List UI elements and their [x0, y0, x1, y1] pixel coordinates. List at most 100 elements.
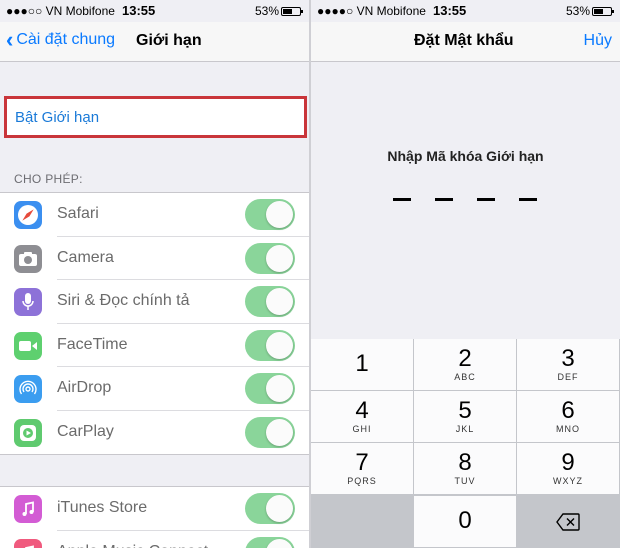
passcode-prompt: Nhập Mã khóa Giới hạn [387, 148, 544, 164]
toggle-knob [266, 495, 293, 522]
back-label: Cài đặt chung [16, 31, 116, 48]
toggle-switch[interactable] [245, 373, 295, 404]
music-icon [14, 538, 42, 548]
toggle-knob [266, 244, 293, 272]
key-letters: PQRS [347, 476, 377, 486]
battery-icon [592, 7, 614, 16]
restrictions-screen: ●●●○○ VN Mobifone 13:55 53% ‹ Cài đặt ch… [0, 0, 309, 548]
keypad-key-8[interactable]: 8 TUV [414, 443, 517, 495]
carrier-label: ●●●●○ VN Mobifone [317, 4, 426, 18]
numeric-keypad: 1 2 ABC 3 DEF 4 GHI 5 JKL 6 MNO 7 PQRS 8 TUV 9 WXYZ 0 [311, 339, 620, 548]
store-list: iTunes Store Apple Music Connect [0, 486, 309, 548]
key-digit: 7 [355, 449, 369, 476]
keypad-key-4[interactable]: 4 GHI [311, 391, 414, 443]
key-letters: WXYZ [553, 476, 583, 486]
battery-percent: 53% [565, 4, 590, 18]
microphone-icon [14, 288, 42, 316]
toggle-knob [266, 288, 293, 315]
chevron-left-icon: ‹ [6, 27, 14, 52]
key-digit: 6 [561, 397, 575, 424]
list-item: AirDrop [0, 367, 309, 411]
keypad-key-2[interactable]: 2 ABC [414, 339, 517, 391]
list-item: iTunes Store [0, 487, 309, 531]
page-title: Đặt Mật khẩu [414, 32, 514, 49]
toggle-knob [266, 538, 293, 548]
clock: 13:55 [433, 3, 467, 18]
list-item-label: Apple Music Connect [57, 543, 208, 548]
key-digit: 2 [458, 345, 472, 372]
key-digit: 0 [458, 507, 472, 534]
battery-icon [281, 7, 303, 16]
key-digit: 1 [355, 350, 369, 377]
battery-indicator: 53% [255, 4, 303, 18]
key-letters: JKL [455, 424, 475, 434]
keypad-key-9[interactable]: 9 WXYZ [517, 443, 620, 495]
list-item-label: Siri & Đọc chính tả [57, 292, 190, 309]
toggle-switch[interactable] [245, 536, 295, 548]
passcode-digit-slot [519, 198, 537, 201]
key-digit: 8 [458, 449, 472, 476]
list-item: Siri & Đọc chính tả [0, 280, 309, 324]
list-item: Camera [0, 237, 309, 280]
key-digit: 9 [561, 449, 575, 476]
delete-button[interactable] [517, 496, 620, 548]
list-item: CarPlay [0, 411, 309, 455]
battery-indicator: 53% [565, 4, 614, 18]
camera-icon [14, 244, 42, 273]
list-item-label: Camera [57, 248, 114, 266]
passcode-digit-slot [477, 198, 495, 201]
passcode-digit-slot [435, 198, 453, 201]
enable-restrictions-label: Bật Giới hạn [15, 109, 100, 126]
page-title: Giới hạn [136, 32, 202, 49]
airdrop-icon [14, 375, 42, 403]
list-item-label: FaceTime [57, 335, 128, 353]
back-button[interactable]: ‹ Cài đặt chung [6, 27, 116, 52]
toggle-switch[interactable] [245, 286, 295, 317]
list-item: FaceTime [0, 324, 309, 367]
keypad-key-7[interactable]: 7 PQRS [311, 443, 414, 495]
toggle-switch[interactable] [245, 199, 295, 230]
toggle-switch[interactable] [245, 242, 295, 274]
list-item-label: CarPlay [57, 422, 114, 440]
itunes-icon [14, 495, 42, 523]
list-item: Apple Music Connect [0, 531, 309, 548]
passcode-field[interactable] [393, 198, 537, 201]
nav-bar: Đặt Mật khẩu Hủy [311, 22, 620, 62]
toggle-knob [266, 201, 293, 228]
carrier-label: ●●●○○ VN Mobifone [6, 4, 115, 18]
toggle-knob [266, 375, 293, 402]
toggle-switch[interactable] [245, 493, 295, 524]
cancel-button[interactable]: Hủy [584, 32, 612, 50]
keypad-key-1[interactable]: 1 [311, 339, 414, 391]
allow-section-header: CHO PHÉP: [14, 172, 83, 186]
key-letters: ABC [454, 372, 476, 382]
list-item-label: iTunes Store [57, 499, 148, 516]
safari-icon [14, 201, 42, 229]
keypad-blank [311, 496, 414, 548]
keypad-key-6[interactable]: 6 MNO [517, 391, 620, 443]
status-bar: ●●●○○ VN Mobifone 13:55 53% [0, 0, 309, 22]
key-digit: 4 [355, 397, 369, 424]
allow-list: Safari Camera Siri & Đọc chính tả FaceTime A… [0, 192, 309, 455]
carplay-icon [14, 418, 42, 447]
toggle-knob [266, 331, 293, 359]
clock: 13:55 [122, 3, 156, 18]
toggle-knob [266, 418, 293, 446]
list-item: Safari [0, 193, 309, 237]
status-bar: ●●●●○ VN Mobifone 13:55 53% [311, 0, 620, 22]
toggle-switch[interactable] [245, 329, 295, 361]
keypad-key-3[interactable]: 3 DEF [517, 339, 620, 391]
keypad-key-5[interactable]: 5 JKL [414, 391, 517, 443]
passcode-digit-slot [393, 198, 411, 201]
key-letters: MNO [556, 424, 580, 434]
keypad-key-0[interactable]: 0 [414, 496, 517, 548]
facetime-icon [14, 331, 42, 360]
key-letters: TUV [454, 476, 476, 486]
delete-icon [556, 513, 580, 531]
enable-restrictions-button[interactable]: Bật Giới hạn [4, 96, 307, 138]
key-letters: DEF [557, 372, 579, 382]
set-passcode-screen: ●●●●○ VN Mobifone 13:55 53% Đặt Mật khẩu… [311, 0, 620, 548]
nav-bar: ‹ Cài đặt chung Giới hạn [0, 22, 309, 62]
toggle-switch[interactable] [245, 416, 295, 448]
list-item-label: AirDrop [57, 379, 112, 396]
